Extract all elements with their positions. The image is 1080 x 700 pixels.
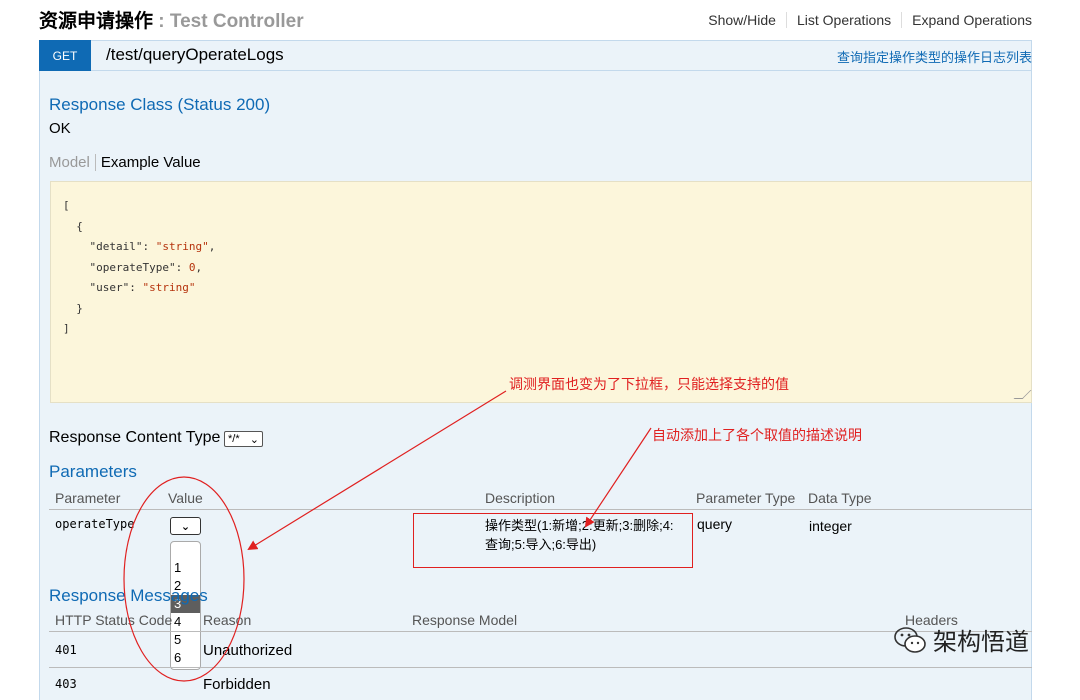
annotation-description-note: 自动添加上了各个取值的描述说明 [652, 427, 862, 443]
annotation-overlay [123, 390, 652, 682]
watermark: 架构悟道 [893, 622, 1029, 657]
annotation-dropdown-note: 调测界面也变为了下拉框，只能选择支持的值 [509, 376, 789, 392]
watermark-text: 架构悟道 [933, 629, 1029, 656]
wechat-icon [894, 626, 926, 653]
value-dropdown-circle [123, 476, 245, 682]
arrow-to-description [584, 427, 652, 528]
arrow-to-dropdown [247, 390, 507, 551]
